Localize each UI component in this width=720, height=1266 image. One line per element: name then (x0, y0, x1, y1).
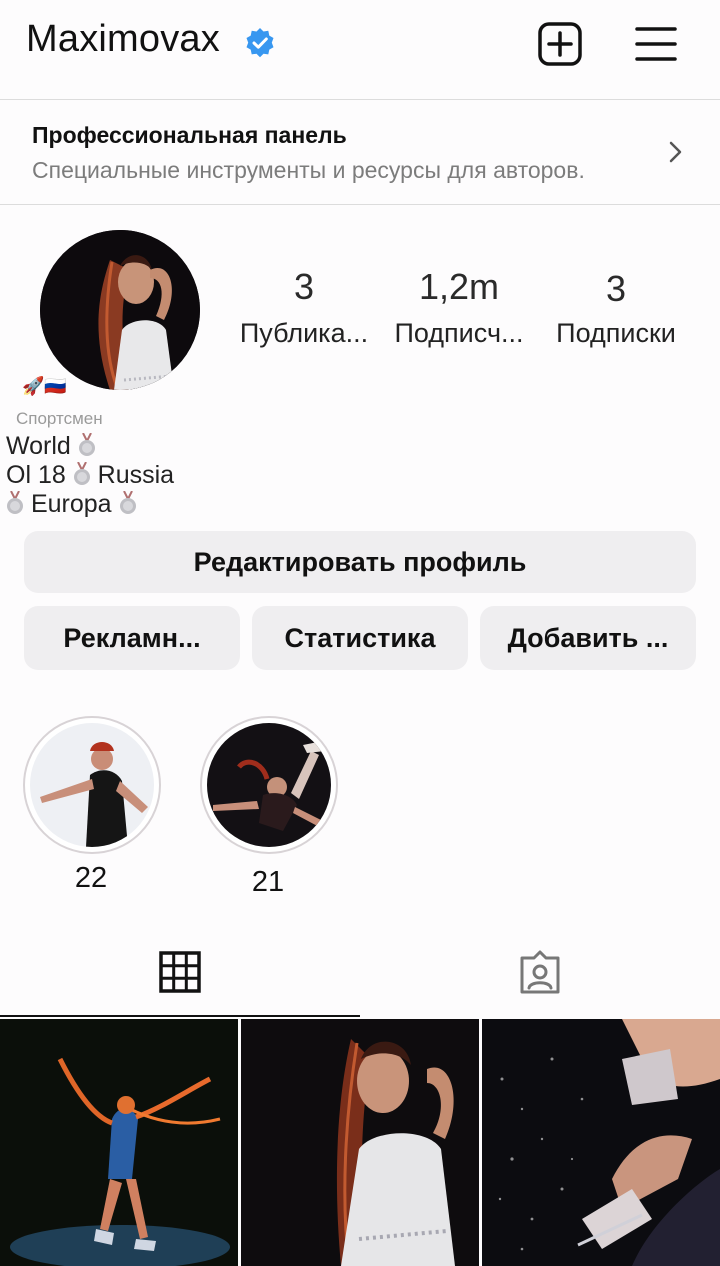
stat-followers[interactable]: 1,2m Подписч... (384, 266, 534, 349)
bio-text: Europa (30, 490, 112, 518)
post-photo (0, 1019, 238, 1266)
post-thumbnail[interactable] (0, 1019, 238, 1266)
post-photo (482, 1019, 720, 1266)
profile-category: Спортсмен (16, 409, 103, 428)
ads-button[interactable]: Рекламн... (24, 606, 240, 670)
highlight-photo (207, 723, 331, 847)
profile-username[interactable]: Maximovax (26, 18, 220, 61)
stat-followers-value: 1,2m (418, 266, 500, 307)
chevron-right-icon (669, 141, 682, 163)
bio-text: Russia (97, 461, 175, 489)
bio-emoji: 🚀🇷🇺 (22, 376, 67, 396)
verified-badge-icon (246, 28, 274, 58)
tagged-person-icon (520, 950, 560, 994)
stat-posts-value: 3 (293, 266, 315, 307)
post-thumbnail[interactable] (241, 1019, 479, 1266)
stat-following-label: Подписки (556, 318, 676, 348)
grid-icon (159, 951, 201, 993)
highlight-ring (200, 716, 338, 854)
highlight-photo (30, 723, 154, 847)
profile-avatar[interactable] (40, 230, 200, 390)
bio-line-2: Ol 18 Russia (6, 461, 174, 490)
pro-panel-divider (0, 204, 720, 205)
highlight-label: 22 (74, 862, 108, 894)
story-highlight[interactable]: 21 (200, 716, 338, 899)
active-tab-indicator (0, 1015, 360, 1017)
silver-medal-icon (78, 433, 95, 456)
bio-text: Ol 18 (6, 461, 66, 489)
avatar-photo (40, 230, 200, 390)
silver-medal-icon (119, 491, 136, 514)
story-highlight[interactable]: 22 (23, 716, 161, 895)
pro-panel-subtitle: Специальные инструменты и ресурсы для ав… (32, 157, 585, 183)
stat-following-value: 3 (605, 268, 627, 309)
new-post-button[interactable] (536, 20, 584, 68)
add-button[interactable]: Добавить ... (480, 606, 696, 670)
silver-medal-icon (7, 491, 23, 514)
statistics-button[interactable]: Статистика (252, 606, 468, 670)
plus-square-icon (538, 22, 582, 66)
hamburger-menu-icon (635, 27, 677, 61)
stat-following[interactable]: 3 Подписки (541, 268, 691, 349)
highlight-cover (30, 723, 154, 847)
stat-followers-label: Подписч... (394, 318, 524, 348)
highlight-cover (207, 723, 331, 847)
tab-tagged[interactable] (360, 930, 720, 1014)
post-photo (241, 1019, 479, 1266)
bio-line-3: Europa (6, 490, 137, 519)
tab-posts-grid[interactable] (0, 930, 360, 1014)
silver-medal-icon (73, 462, 90, 485)
menu-button[interactable] (632, 20, 680, 68)
edit-profile-button[interactable]: Редактировать профиль (24, 531, 696, 593)
stat-posts-label: Публика... (239, 318, 369, 348)
bio-line-1: World (6, 432, 96, 461)
bio-text: World (6, 432, 71, 460)
highlight-ring (23, 716, 161, 854)
professional-dashboard-link[interactable] (0, 100, 720, 204)
pro-panel-title: Профессиональная панель (32, 122, 347, 148)
stat-posts[interactable]: 3 Публика... (229, 266, 379, 349)
post-thumbnail[interactable] (482, 1019, 720, 1266)
highlight-label: 21 (251, 866, 285, 898)
